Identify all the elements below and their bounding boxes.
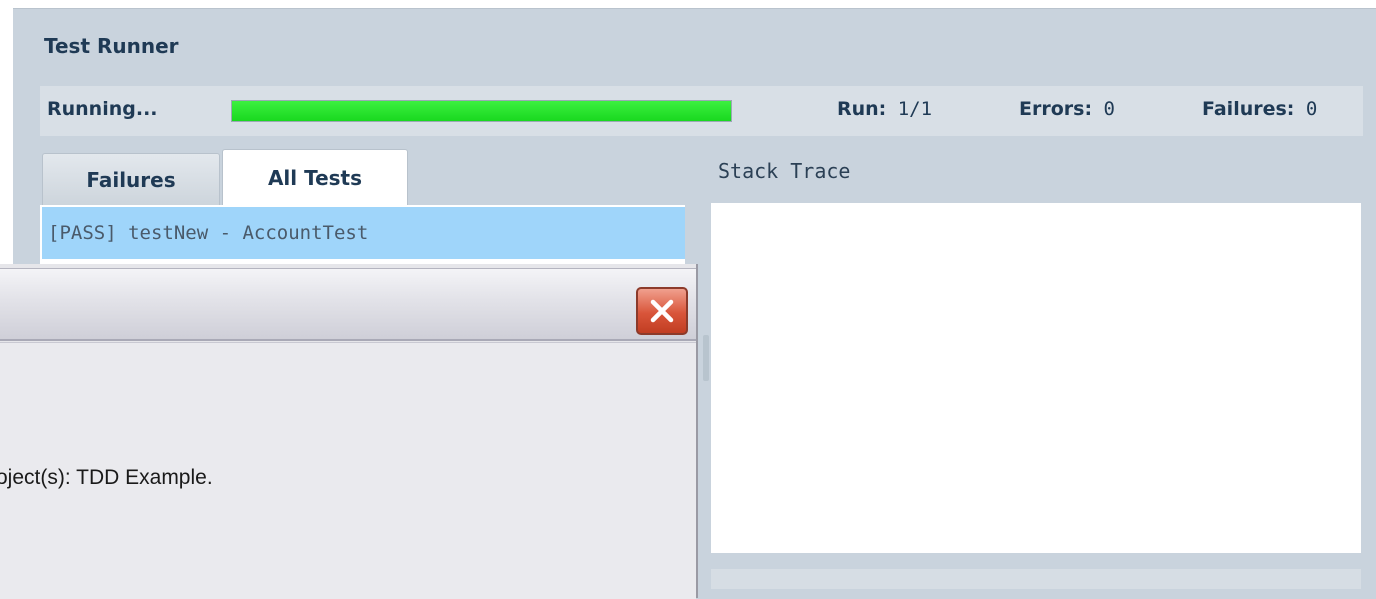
status-bar: Running... Run: 1/1 Errors: 0 Failures: … bbox=[40, 86, 1363, 136]
dialog-message: oject(s): TDD Example. bbox=[0, 466, 213, 489]
progress-bar bbox=[231, 100, 732, 122]
failures-value: 0 bbox=[1305, 98, 1318, 120]
failures-counter: Failures: 0 bbox=[1202, 98, 1317, 120]
errors-value: 0 bbox=[1103, 98, 1115, 120]
tab-all-tests[interactable]: All Tests bbox=[222, 149, 408, 205]
stack-trace-label: Stack Trace bbox=[718, 159, 851, 183]
failures-label: Failures: bbox=[1202, 98, 1295, 120]
dialog-body: oject(s): TDD Example. bbox=[0, 342, 696, 599]
panel-footer bbox=[711, 569, 1361, 589]
errors-label: Errors: bbox=[1019, 98, 1093, 120]
run-label: Run: bbox=[837, 98, 887, 120]
errors-counter: Errors: 0 bbox=[1019, 98, 1115, 120]
progress-fill bbox=[232, 101, 731, 121]
dialog-titlebar[interactable] bbox=[0, 268, 696, 341]
stack-trace-area bbox=[711, 203, 1361, 553]
list-item[interactable]: [PASS] testNew - AccountTest bbox=[42, 207, 685, 259]
test-results-list: [PASS] testNew - AccountTest bbox=[40, 205, 685, 269]
run-counter: Run: 1/1 bbox=[837, 98, 932, 120]
message-dialog: oject(s): TDD Example. bbox=[0, 264, 698, 599]
scrollbar-handle[interactable] bbox=[703, 335, 709, 381]
close-button[interactable] bbox=[636, 287, 688, 335]
close-icon bbox=[650, 299, 674, 323]
tab-failures[interactable]: Failures bbox=[42, 153, 220, 205]
status-label: Running... bbox=[47, 98, 158, 120]
runner-title: Test Runner bbox=[44, 34, 179, 58]
run-value: 1/1 bbox=[897, 98, 933, 120]
